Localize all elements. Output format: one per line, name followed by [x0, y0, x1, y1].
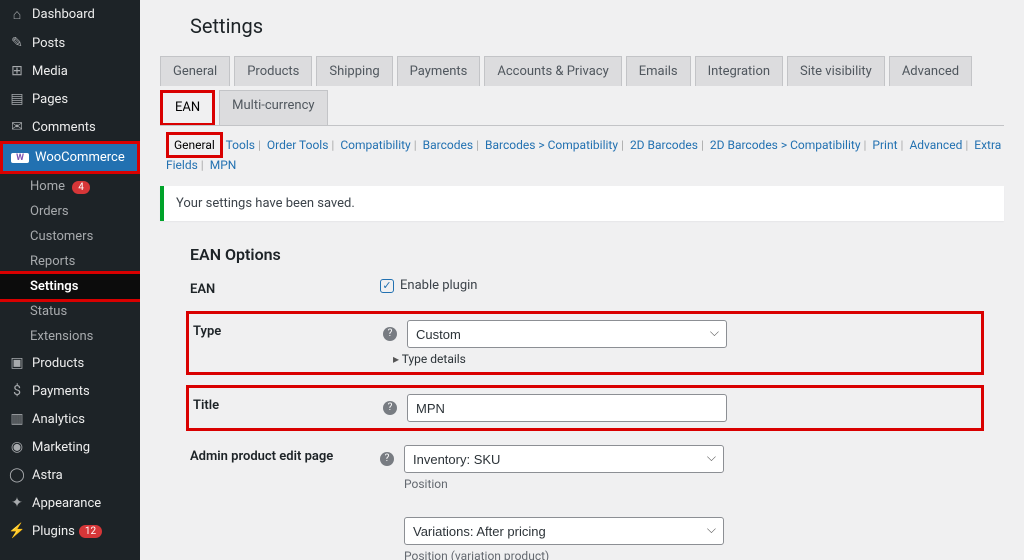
subtab-mpn[interactable]: MPN — [210, 158, 237, 172]
comments-icon: ✉ — [8, 119, 26, 135]
subtab-barcodes[interactable]: Barcodes — [423, 138, 473, 152]
sidebar-item-astra[interactable]: ◯Astra — [0, 461, 140, 489]
sidebar-item-dashboard[interactable]: ⌂Dashboard — [0, 0, 140, 29]
tab-general[interactable]: General — [160, 56, 230, 86]
row-ean-enable: EAN ✓ Enable plugin — [190, 278, 1004, 297]
sidebar-sub-customers[interactable]: Customers — [0, 224, 140, 249]
woocommerce-icon: W — [11, 153, 29, 163]
sidebar-sub-status[interactable]: Status — [0, 299, 140, 324]
type-select[interactable]: Custom — [407, 320, 727, 348]
sidebar-sub-settings[interactable]: Settings — [0, 274, 140, 299]
tab-site-visibility[interactable]: Site visibility — [787, 56, 885, 86]
title-label: Title — [193, 394, 383, 413]
tab-multi-currency[interactable]: Multi-currency — [219, 90, 327, 125]
settings-top-tabs: General Products Shipping Payments Accou… — [160, 56, 1004, 126]
sidebar-item-marketing[interactable]: ◉Marketing — [0, 433, 140, 461]
sidebar-item-products[interactable]: ▣Products — [0, 349, 140, 377]
help-icon[interactable]: ? — [383, 401, 397, 415]
subtab-2d-barcodes[interactable]: 2D Barcodes — [630, 138, 698, 152]
tab-emails[interactable]: Emails — [626, 56, 691, 86]
sidebar-item-plugins[interactable]: ⚡Plugins 12 — [0, 517, 140, 545]
section-heading: EAN Options — [160, 239, 1004, 278]
subtab-print[interactable]: Print — [872, 138, 897, 152]
subtab-order-tools[interactable]: Order Tools — [267, 138, 329, 152]
ean-subtabs: General Tools| Order Tools| Compatibilit… — [160, 126, 1004, 178]
admin-edit-label: Admin product edit page — [190, 445, 380, 464]
products-icon: ▣ — [8, 355, 26, 371]
ean-label: EAN — [190, 278, 380, 297]
highlight-type-row: Type ? Custom Type details — [186, 311, 984, 375]
title-input[interactable] — [407, 394, 727, 422]
row-admin-edit: Admin product edit page ? Inventory: SKU — [190, 445, 1004, 473]
tab-advanced[interactable]: Advanced — [889, 56, 972, 86]
tab-products[interactable]: Products — [234, 56, 312, 86]
plugins-badge: 12 — [79, 525, 102, 538]
subtab-2d-barcodes-compat[interactable]: 2D Barcodes > Compatibility — [710, 138, 861, 152]
highlight-subtab-general: General — [166, 132, 223, 158]
tab-integration[interactable]: Integration — [695, 56, 783, 86]
enable-plugin-checkbox[interactable]: ✓ — [380, 279, 394, 293]
subtab-compatibility[interactable]: Compatibility — [340, 138, 410, 152]
type-details-toggle[interactable]: Type details — [393, 352, 977, 366]
subtab-general[interactable]: General — [174, 138, 215, 152]
payments-icon: $ — [8, 383, 26, 399]
subtab-tools[interactable]: Tools — [226, 138, 255, 152]
sidebar-item-media[interactable]: ⊞Media — [0, 57, 140, 85]
plugins-icon: ⚡ — [8, 523, 26, 539]
sidebar-sub-extensions[interactable]: Extensions — [0, 324, 140, 349]
sidebar-item-appearance[interactable]: ✦Appearance — [0, 489, 140, 517]
analytics-icon: ▥ — [8, 411, 26, 427]
success-notice: Your settings have been saved. — [160, 186, 1004, 221]
appearance-icon: ✦ — [8, 495, 26, 511]
tab-shipping[interactable]: Shipping — [316, 56, 392, 86]
pages-icon: ▤ — [8, 91, 26, 107]
row-variation-position: Variations: After pricing — [190, 517, 1004, 545]
variation-position-desc: Position (variation product) — [404, 549, 1004, 560]
home-badge: 4 — [72, 181, 90, 194]
content-area: Settings General Products Shipping Payme… — [140, 0, 1024, 560]
sidebar-item-comments[interactable]: ✉Comments — [0, 113, 140, 141]
position-select[interactable]: Inventory: SKU — [404, 445, 724, 473]
dashboard-icon: ⌂ — [8, 6, 26, 23]
sidebar-item-analytics[interactable]: ▥Analytics — [0, 405, 140, 433]
sidebar-sub-reports[interactable]: Reports — [0, 249, 140, 274]
astra-icon: ◯ — [8, 467, 26, 483]
tab-payments[interactable]: Payments — [397, 56, 481, 86]
page-title: Settings — [160, 0, 1004, 56]
highlight-ean-tab: EAN — [160, 90, 215, 125]
highlight-title-row: Title ? — [186, 385, 984, 431]
enable-plugin-label: Enable plugin — [400, 278, 478, 293]
subtab-barcodes-compat[interactable]: Barcodes > Compatibility — [485, 138, 618, 152]
sidebar-item-pages[interactable]: ▤Pages — [0, 85, 140, 113]
sidebar-item-posts[interactable]: ✎Posts — [0, 29, 140, 57]
position-desc: Position — [404, 477, 1004, 491]
marketing-icon: ◉ — [8, 439, 26, 455]
tab-accounts[interactable]: Accounts & Privacy — [484, 56, 621, 86]
media-icon: ⊞ — [8, 63, 26, 79]
tab-ean[interactable]: EAN — [163, 93, 212, 123]
variation-position-select[interactable]: Variations: After pricing — [404, 517, 724, 545]
sidebar-item-woocommerce[interactable]: WWooCommerce — [3, 144, 137, 171]
type-label: Type — [193, 320, 383, 339]
admin-sidebar: ⌂Dashboard ✎Posts ⊞Media ▤Pages ✉Comment… — [0, 0, 140, 560]
sidebar-sub-home[interactable]: Home 4 — [0, 174, 140, 199]
sidebar-item-payments[interactable]: $Payments — [0, 377, 140, 405]
help-icon[interactable]: ? — [380, 452, 394, 466]
subtab-advanced[interactable]: Advanced — [909, 138, 962, 152]
sidebar-sub-orders[interactable]: Orders — [0, 199, 140, 224]
pin-icon: ✎ — [8, 35, 26, 51]
help-icon[interactable]: ? — [383, 327, 397, 341]
